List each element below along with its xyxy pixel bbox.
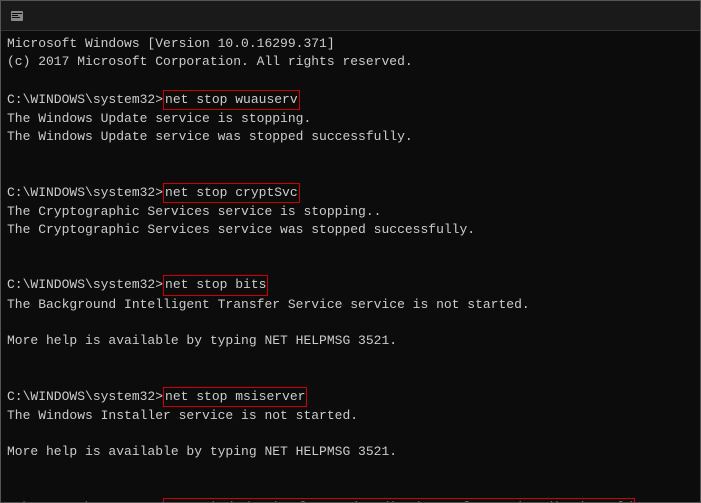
empty-line	[7, 480, 694, 498]
command-prompt-window: Microsoft Windows [Version 10.0.16299.37…	[0, 0, 701, 503]
empty-line	[7, 368, 694, 386]
command-line: C:\WINDOWS\system32>net stop cryptSvc	[7, 183, 694, 203]
empty-line	[7, 461, 694, 479]
window-controls	[554, 1, 692, 31]
output-line: The Cryptographic Services service was s…	[7, 221, 694, 239]
empty-line	[7, 71, 694, 89]
output-line: The Windows Update service was stopped s…	[7, 128, 694, 146]
close-button[interactable]	[646, 1, 692, 31]
console-output[interactable]: Microsoft Windows [Version 10.0.16299.37…	[1, 31, 700, 502]
empty-line	[7, 146, 694, 164]
output-line: (c) 2017 Microsoft Corporation. All righ…	[7, 53, 694, 71]
console-area: Microsoft Windows [Version 10.0.16299.37…	[1, 31, 700, 502]
prompt-text: C:\WINDOWS\system32>	[7, 276, 163, 294]
prompt-text: C:\WINDOWS\system32>	[7, 91, 163, 109]
empty-line	[7, 350, 694, 368]
command-line: C:\WINDOWS\system32>net stop wuauserv	[7, 90, 694, 110]
command-text: net stop bits	[163, 275, 268, 295]
output-line: The Background Intelligent Transfer Serv…	[7, 296, 694, 314]
command-line: C:\WINDOWS\system32>net stop bits	[7, 275, 694, 295]
empty-line	[7, 314, 694, 332]
command-text: ren C:\Windows\SoftwareDistribution Soft…	[163, 498, 635, 502]
command-line: C:\WINDOWS\system32>net stop msiserver	[7, 387, 694, 407]
output-line: The Cryptographic Services service is st…	[7, 203, 694, 221]
output-line: The Windows Installer service is not sta…	[7, 407, 694, 425]
prompt-text: C:\WINDOWS\system32>	[7, 184, 163, 202]
maximize-button[interactable]	[600, 1, 646, 31]
window-icon	[9, 8, 25, 24]
output-line: Microsoft Windows [Version 10.0.16299.37…	[7, 35, 694, 53]
output-line: More help is available by typing NET HEL…	[7, 443, 694, 461]
command-text: net stop wuauserv	[163, 90, 300, 110]
empty-line	[7, 239, 694, 257]
command-text: net stop msiserver	[163, 387, 307, 407]
output-line: More help is available by typing NET HEL…	[7, 332, 694, 350]
minimize-button[interactable]	[554, 1, 600, 31]
command-line: C:\WINDOWS\system32>ren C:\Windows\Softw…	[7, 498, 694, 502]
title-bar	[1, 1, 700, 31]
output-line: The Windows Update service is stopping.	[7, 110, 694, 128]
command-text: net stop cryptSvc	[163, 183, 300, 203]
prompt-text: C:\WINDOWS\system32>	[7, 499, 163, 502]
empty-line	[7, 257, 694, 275]
empty-line	[7, 425, 694, 443]
prompt-text: C:\WINDOWS\system32>	[7, 388, 163, 406]
empty-line	[7, 164, 694, 182]
